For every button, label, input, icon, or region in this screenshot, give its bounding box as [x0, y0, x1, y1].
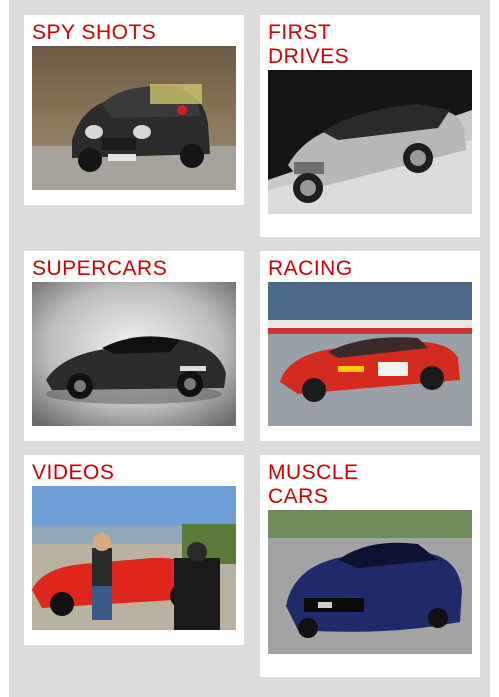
first-drives-thumbnail[interactable] — [268, 70, 472, 214]
category-card-muscle-cars[interactable]: MUSCLE CARS — [260, 455, 480, 677]
category-card-spy-shots[interactable]: SPY SHOTS — [24, 15, 244, 205]
category-title-first-drives[interactable]: FIRST DRIVES — [268, 21, 388, 69]
category-title-videos[interactable]: VIDEOS — [32, 461, 236, 485]
supercars-thumbnail[interactable] — [32, 282, 236, 426]
category-card-first-drives[interactable]: FIRST DRIVES — [260, 15, 480, 237]
spy-shots-thumbnail[interactable] — [32, 46, 236, 190]
category-title-supercars[interactable]: SUPERCARS — [32, 257, 236, 281]
category-card-racing[interactable]: RACING — [260, 251, 480, 441]
category-card-videos[interactable]: VIDEOS — [24, 455, 244, 645]
category-title-racing[interactable]: RACING — [268, 257, 472, 281]
category-title-spy-shots[interactable]: SPY SHOTS — [32, 21, 236, 45]
muscle-cars-thumbnail[interactable] — [268, 510, 472, 654]
category-card-supercars[interactable]: SUPERCARS — [24, 251, 244, 441]
videos-thumbnail[interactable] — [32, 486, 236, 630]
racing-thumbnail[interactable] — [268, 282, 472, 426]
category-title-muscle-cars[interactable]: MUSCLE CARS — [268, 461, 398, 509]
